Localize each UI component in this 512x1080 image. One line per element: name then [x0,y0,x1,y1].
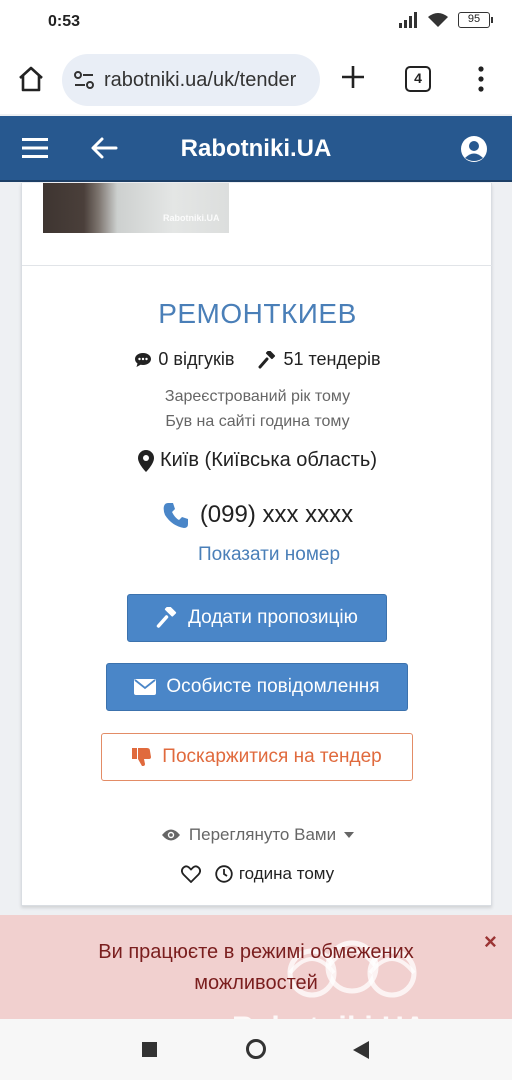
time-ago-text: година тому [238,864,335,883]
battery-icon: 95 [458,12,493,28]
registered-text: Зареєстрований рік тому [164,388,351,405]
divider [22,265,493,266]
status-time: 0:53 [48,13,81,30]
activity-row: година тому [22,864,493,884]
private-message-label: Особисте повідомлення [166,676,380,697]
url-text[interactable]: rabotniki.ua/uk/tender [104,69,296,92]
map-marker-icon [137,449,154,472]
address-bar[interactable]: rabotniki.ua/uk/tender [62,54,320,106]
profile-stats: 0 відгуків 51 тендерів [22,349,493,370]
app-title[interactable]: Rabotniki.UA [0,135,512,163]
add-offer-label: Додати пропозицію [188,607,358,628]
tab-switcher-button[interactable]: 4 [405,66,431,92]
eye-icon [161,829,180,841]
photo-watermark: Rabotniki.UA [163,213,220,223]
envelope-icon [134,679,157,695]
user-circle-icon[interactable] [460,135,488,163]
more-vert-icon[interactable] [468,66,494,92]
gavel-icon [156,607,177,628]
time-ago: година тому [215,864,334,884]
add-offer-button[interactable]: Додати пропозицію [127,594,387,642]
complain-label: Поскаржитися на тендер [162,746,382,767]
plus-icon[interactable] [340,64,366,90]
comment-icon [135,352,152,367]
company-name[interactable]: РЕМОНТКИЕВ [22,298,493,330]
show-number-link[interactable]: Показати номер [198,544,340,566]
close-icon[interactable]: × [484,929,497,955]
location-text: Київ (Київська область) [159,449,377,471]
status-bar: 0:53 95 [0,0,512,44]
phone: (099) xxx xxxx [22,501,493,529]
thumbs-down-icon [132,748,152,766]
reviews-stat: 0 відгуків [134,349,234,370]
phone-icon [163,503,188,528]
location: Київ (Київська область) [22,449,493,472]
back-nav-icon[interactable] [352,1040,370,1060]
last-seen-text: Був на сайті година тому [165,413,350,430]
viewed-dropdown[interactable]: Переглянуто Вами [22,825,493,845]
home-icon[interactable] [16,64,46,94]
status-icons: 95 [398,12,493,28]
limited-mode-banner: Ви працюєте в режимі обмежених можливост… [0,915,512,1044]
signal-icon [399,12,417,28]
phone-number: (099) xxx xxxx [199,501,354,528]
gavel-icon [258,350,276,368]
tenders-stat: 51 тендерів [258,349,381,370]
heart-icon[interactable] [180,865,201,883]
viewed-label: Переглянуто Вами [188,825,337,844]
recents-icon[interactable] [142,1042,157,1057]
system-nav-bar [0,1019,512,1080]
limited-mode-text: Ви працюєте в режимі обмежених можливост… [98,941,414,994]
site-settings-icon[interactable] [74,71,94,89]
tenders-count: 51 тендерів [283,349,381,369]
home-nav-icon[interactable] [246,1039,266,1059]
caret-down-icon [344,832,355,838]
private-message-button[interactable]: Особисте повідомлення [106,663,408,711]
reviews-count: 0 відгуків [158,349,235,369]
clock-icon [215,865,233,883]
tender-author-card: Rabotniki.UA РЕМОНТКИЕВ 0 відгуків 51 те… [21,183,493,906]
app-header: Rabotniki.UA [0,116,512,182]
wifi-icon [428,13,448,27]
browser-toolbar: rabotniki.ua/uk/tender 4 [0,44,512,114]
tender-photo[interactable]: Rabotniki.UA [43,183,229,233]
complain-button[interactable]: Поскаржитися на тендер [101,733,413,781]
